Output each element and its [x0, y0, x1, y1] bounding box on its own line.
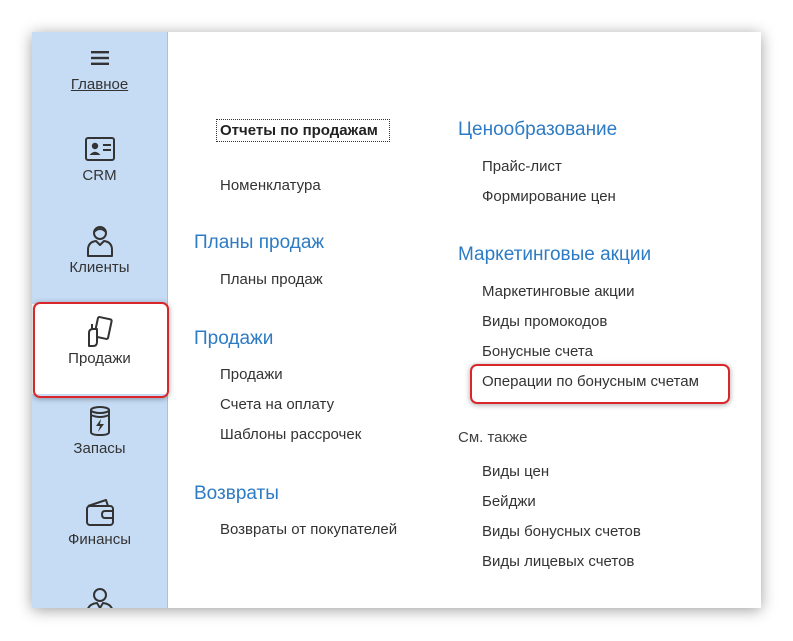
link-bonus-account-operations[interactable]: Операции по бонусным счетам	[482, 373, 699, 390]
group-title-sales: Продажи	[194, 328, 274, 349]
group-title-marketing: Маркетинговые акции	[458, 244, 652, 265]
link-promo-code-types[interactable]: Виды промокодов	[482, 313, 607, 330]
link-bonus-account-types[interactable]: Виды бонусных счетов	[482, 523, 641, 540]
sidebar-item-label: CRM	[82, 167, 117, 184]
link-personal-account-types[interactable]: Виды лицевых счетов	[482, 553, 634, 570]
link-marketing-actions[interactable]: Маркетинговые акции	[482, 283, 634, 300]
app-window: Главное CRM Клиенты Продажи Запасы Финан…	[32, 32, 761, 608]
sidebar-item-crm[interactable]: CRM	[32, 122, 167, 212]
link-price-formation[interactable]: Формирование цен	[482, 188, 616, 205]
sidebar-item-finance[interactable]: Финансы	[32, 486, 167, 576]
sidebar-item-label: Финансы	[68, 531, 131, 548]
sidebar-item-main[interactable]: Главное	[32, 32, 167, 122]
sidebar-item-label: Продажи	[68, 350, 131, 367]
customer-person-icon	[85, 224, 115, 263]
link-sales[interactable]: Продажи	[220, 366, 283, 383]
link-installment-templates[interactable]: Шаблоны рассрочек	[220, 426, 361, 443]
sections-panel: Отчеты по продажам Номенклатура Планы пр…	[168, 32, 761, 608]
link-badges[interactable]: Бейджи	[482, 493, 536, 510]
link-sales-reports[interactable]: Отчеты по продажам	[220, 122, 378, 139]
group-title-pricing: Ценообразование	[458, 119, 618, 140]
sidebar-item-label: Главное	[70, 76, 129, 93]
group-title-sales-plans: Планы продаж	[194, 232, 325, 253]
staff-person-icon	[83, 586, 117, 608]
link-customer-returns[interactable]: Возвраты от покупателей	[220, 521, 397, 538]
id-card-icon	[84, 136, 116, 167]
hamburger-menu-icon	[90, 49, 110, 72]
link-bonus-accounts[interactable]: Бонусные счета	[482, 343, 593, 360]
sidebar: Главное CRM Клиенты Продажи Запасы Финан…	[32, 32, 168, 608]
hand-card-icon	[85, 316, 115, 353]
link-invoices[interactable]: Счета на оплату	[220, 396, 334, 413]
link-nomenclature[interactable]: Номенклатура	[220, 177, 321, 194]
sidebar-item-stock[interactable]: Запасы	[32, 395, 167, 485]
group-title-returns: Возвраты	[194, 483, 279, 504]
wallet-icon	[84, 498, 116, 533]
group-title-see-also: См. также	[458, 429, 528, 446]
sidebar-item-sales[interactable]: Продажи	[32, 304, 167, 394]
sidebar-item-label: Клиенты	[69, 259, 130, 276]
stock-jar-icon	[87, 405, 113, 442]
link-sales-plans[interactable]: Планы продаж	[220, 271, 323, 288]
link-price-list[interactable]: Прайс-лист	[482, 158, 562, 175]
sidebar-item-staff[interactable]	[32, 577, 167, 608]
link-price-types[interactable]: Виды цен	[482, 463, 549, 480]
sidebar-item-clients[interactable]: Клиенты	[32, 213, 167, 303]
sidebar-item-label: Запасы	[73, 440, 126, 457]
